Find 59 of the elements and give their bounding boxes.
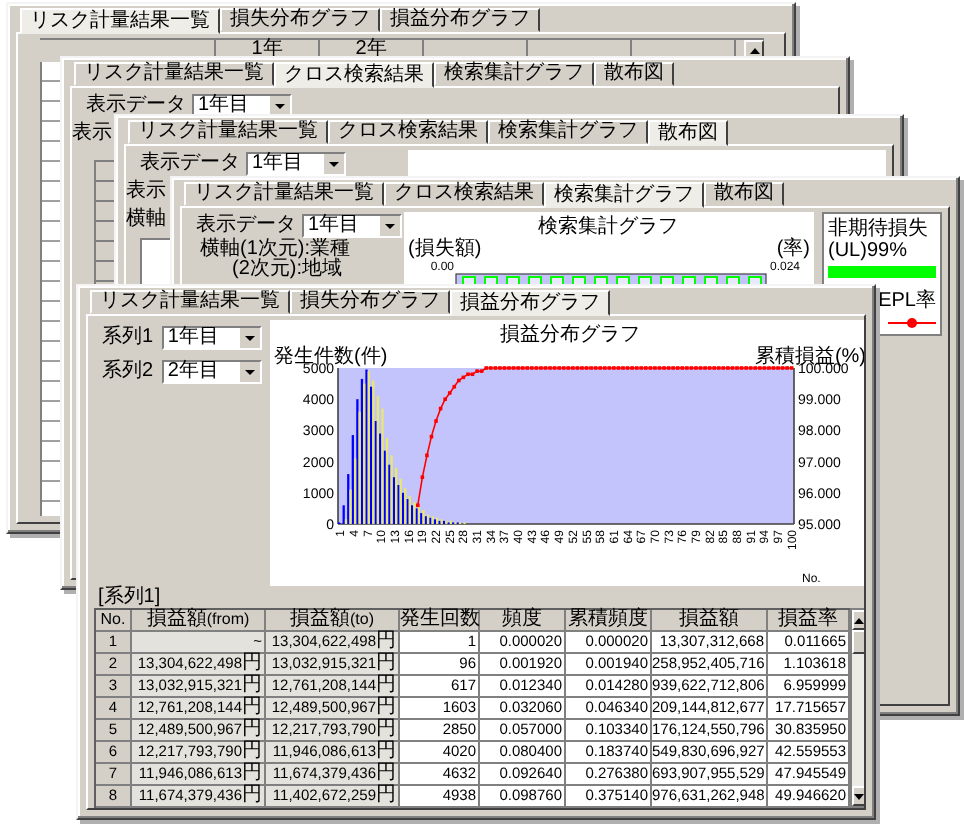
tab[interactable]: 損益分布グラフ <box>450 290 610 316</box>
column-header: 損益額(from) <box>132 610 266 632</box>
column-header: 累積頻度 <box>566 610 652 632</box>
field-label: 系列2 <box>102 361 156 381</box>
dropdown[interactable]: 2年目 <box>161 359 262 383</box>
tab[interactable]: 損失分布グラフ <box>290 290 450 314</box>
chart-title: 損益分布グラフ <box>500 324 640 346</box>
dropdown[interactable]: 1年目 <box>302 213 402 237</box>
field-label: 表示 <box>72 124 112 144</box>
tab[interactable]: クロス検索結果 <box>274 62 434 88</box>
down-arrow-icon <box>854 793 864 799</box>
table-caption: [系列1] <box>98 586 163 608</box>
column-header: 損益額(to) <box>266 610 400 632</box>
scroll-thumb[interactable] <box>852 630 864 654</box>
axis-text: 横軸(1次元):業種 <box>200 240 350 260</box>
scrollbar[interactable] <box>850 608 864 808</box>
scroll-up-button[interactable] <box>852 610 864 630</box>
legend-label: 非期待損失(UL)99% <box>828 218 930 262</box>
tab[interactable]: リスク計量結果一覧 <box>128 120 328 144</box>
chart-title: 検索集計グラフ <box>538 216 678 238</box>
field-label: 表示データ <box>140 153 240 173</box>
column-header: 損益率 <box>768 610 850 632</box>
dropdown[interactable]: 1年目 <box>192 93 292 117</box>
column-header: 発生回数 <box>400 610 480 632</box>
field-label: 横軸 <box>126 210 166 230</box>
tab[interactable]: リスク計量結果一覧 <box>90 290 290 314</box>
tab[interactable]: 検索集計グラフ <box>488 120 648 144</box>
column-header: 損益額 <box>652 610 768 632</box>
axis-label: (損失額) <box>408 238 482 260</box>
field-label: 系列1 <box>102 327 156 347</box>
tab[interactable]: 散布図 <box>648 120 728 146</box>
tab[interactable]: 損益分布グラフ <box>380 8 540 32</box>
legend-label: EPL率 <box>878 290 936 312</box>
up-arrow-icon <box>854 617 864 623</box>
dropdown[interactable]: 1年目 <box>246 151 346 175</box>
tab[interactable]: 検索集計グラフ <box>544 182 704 208</box>
column-header: No. <box>96 610 132 632</box>
axis-label: (率) <box>776 238 810 260</box>
axis-text: (2次元):地域 <box>232 260 342 280</box>
tab[interactable]: 散布図 <box>594 62 674 86</box>
axis-label: 累積損益(%) <box>754 346 864 368</box>
field-label: 表示 <box>126 182 166 202</box>
tab[interactable]: リスク計量結果一覧 <box>184 182 384 206</box>
column-header: 頻度 <box>480 610 566 632</box>
field-label: 表示データ <box>196 215 296 235</box>
caret-icon <box>240 327 260 347</box>
tab[interactable]: リスク計量結果一覧 <box>20 8 220 34</box>
tab[interactable]: 検索集計グラフ <box>434 62 594 86</box>
tab[interactable]: 散布図 <box>704 182 784 206</box>
tab[interactable]: クロス検索結果 <box>384 182 544 206</box>
tab[interactable]: リスク計量結果一覧 <box>74 62 274 86</box>
dropdown[interactable]: 1年目 <box>161 325 262 349</box>
tab[interactable]: 損失分布グラフ <box>220 8 380 32</box>
tab[interactable]: クロス検索結果 <box>328 120 488 144</box>
scroll-down-button[interactable] <box>852 786 864 806</box>
caret-icon <box>380 215 400 235</box>
field-label: 表示データ <box>86 95 186 115</box>
caret-icon <box>240 361 260 381</box>
up-arrow-icon <box>749 47 759 53</box>
